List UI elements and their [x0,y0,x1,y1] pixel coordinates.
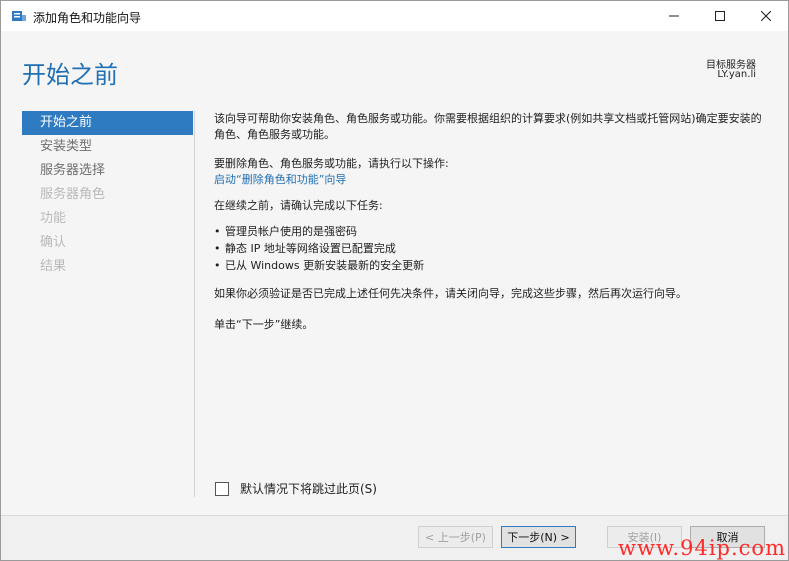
nav-item-features: 功能 [40,211,67,226]
nav-item-server-roles: 服务器角色 [40,187,106,202]
site-watermark: www.94ip.com [618,536,786,560]
maximize-icon [715,11,725,21]
skip-page-checkbox[interactable] [215,481,229,496]
maximize-button[interactable] [697,1,743,31]
nav-item-before-you-begin[interactable]: 开始之前 [22,111,193,135]
wizard-nav: 开始之前 安装类型 服务器选择 服务器角色 功能 确认 结果 [22,111,193,279]
previous-button[interactable]: < 上一步(P) [418,526,493,548]
nav-divider [194,111,195,497]
remove-roles-link[interactable]: 启动“删除角色和功能”向导 [214,172,346,188]
skip-page-option[interactable]: 默认情况下将跳过此页(S) [215,480,377,497]
verify-text: 如果你必须验证是否已完成上述任何先决条件，请关闭向导，完成这些步骤，然后再次运行… [214,287,687,300]
page-title: 开始之前 [22,61,118,89]
intro-text: 该向导可帮助你安装角色、角色服务或功能。你需要根据组织的计算要求(例如共享文档或… [214,112,762,141]
list-item: 静态 IP 地址等网络设置已配置完成 [214,241,424,258]
list-item: 已从 Windows 更新安装最新的安全更新 [214,258,424,275]
next-button[interactable]: 下一步(N) > [501,526,576,548]
nav-item-confirmation: 确认 [40,235,67,250]
close-button[interactable] [743,1,788,31]
title-bar: 添加角色和功能向导 [1,1,788,31]
nav-item-results: 结果 [40,259,67,274]
window-title: 添加角色和功能向导 [33,11,142,25]
minimize-icon [669,15,679,17]
wizard-window: 添加角色和功能向导 开始之前 目标服务器 LY.yan.li 开始之前 安装类型… [0,0,789,561]
close-icon [761,11,771,21]
skip-page-label: 默认情况下将跳过此页(S) [240,482,377,496]
target-server-value: LY.yan.li [717,69,756,80]
remove-instruction: 要删除角色、角色服务或功能，请执行以下操作: [214,157,449,170]
continue-text: 单击“下一步”继续。 [214,318,314,331]
prerequisite-heading: 在继续之前，请确认完成以下任务: [214,199,383,212]
list-item: 管理员帐户使用的是强密码 [214,224,424,241]
nav-item-installation-type[interactable]: 安装类型 [22,135,193,159]
minimize-button[interactable] [651,1,697,31]
nav-item-server-selection[interactable]: 服务器选择 [22,159,193,183]
prerequisite-list: 管理员帐户使用的是强密码 静态 IP 地址等网络设置已配置完成 已从 Windo… [214,224,424,275]
server-manager-icon [12,11,26,21]
